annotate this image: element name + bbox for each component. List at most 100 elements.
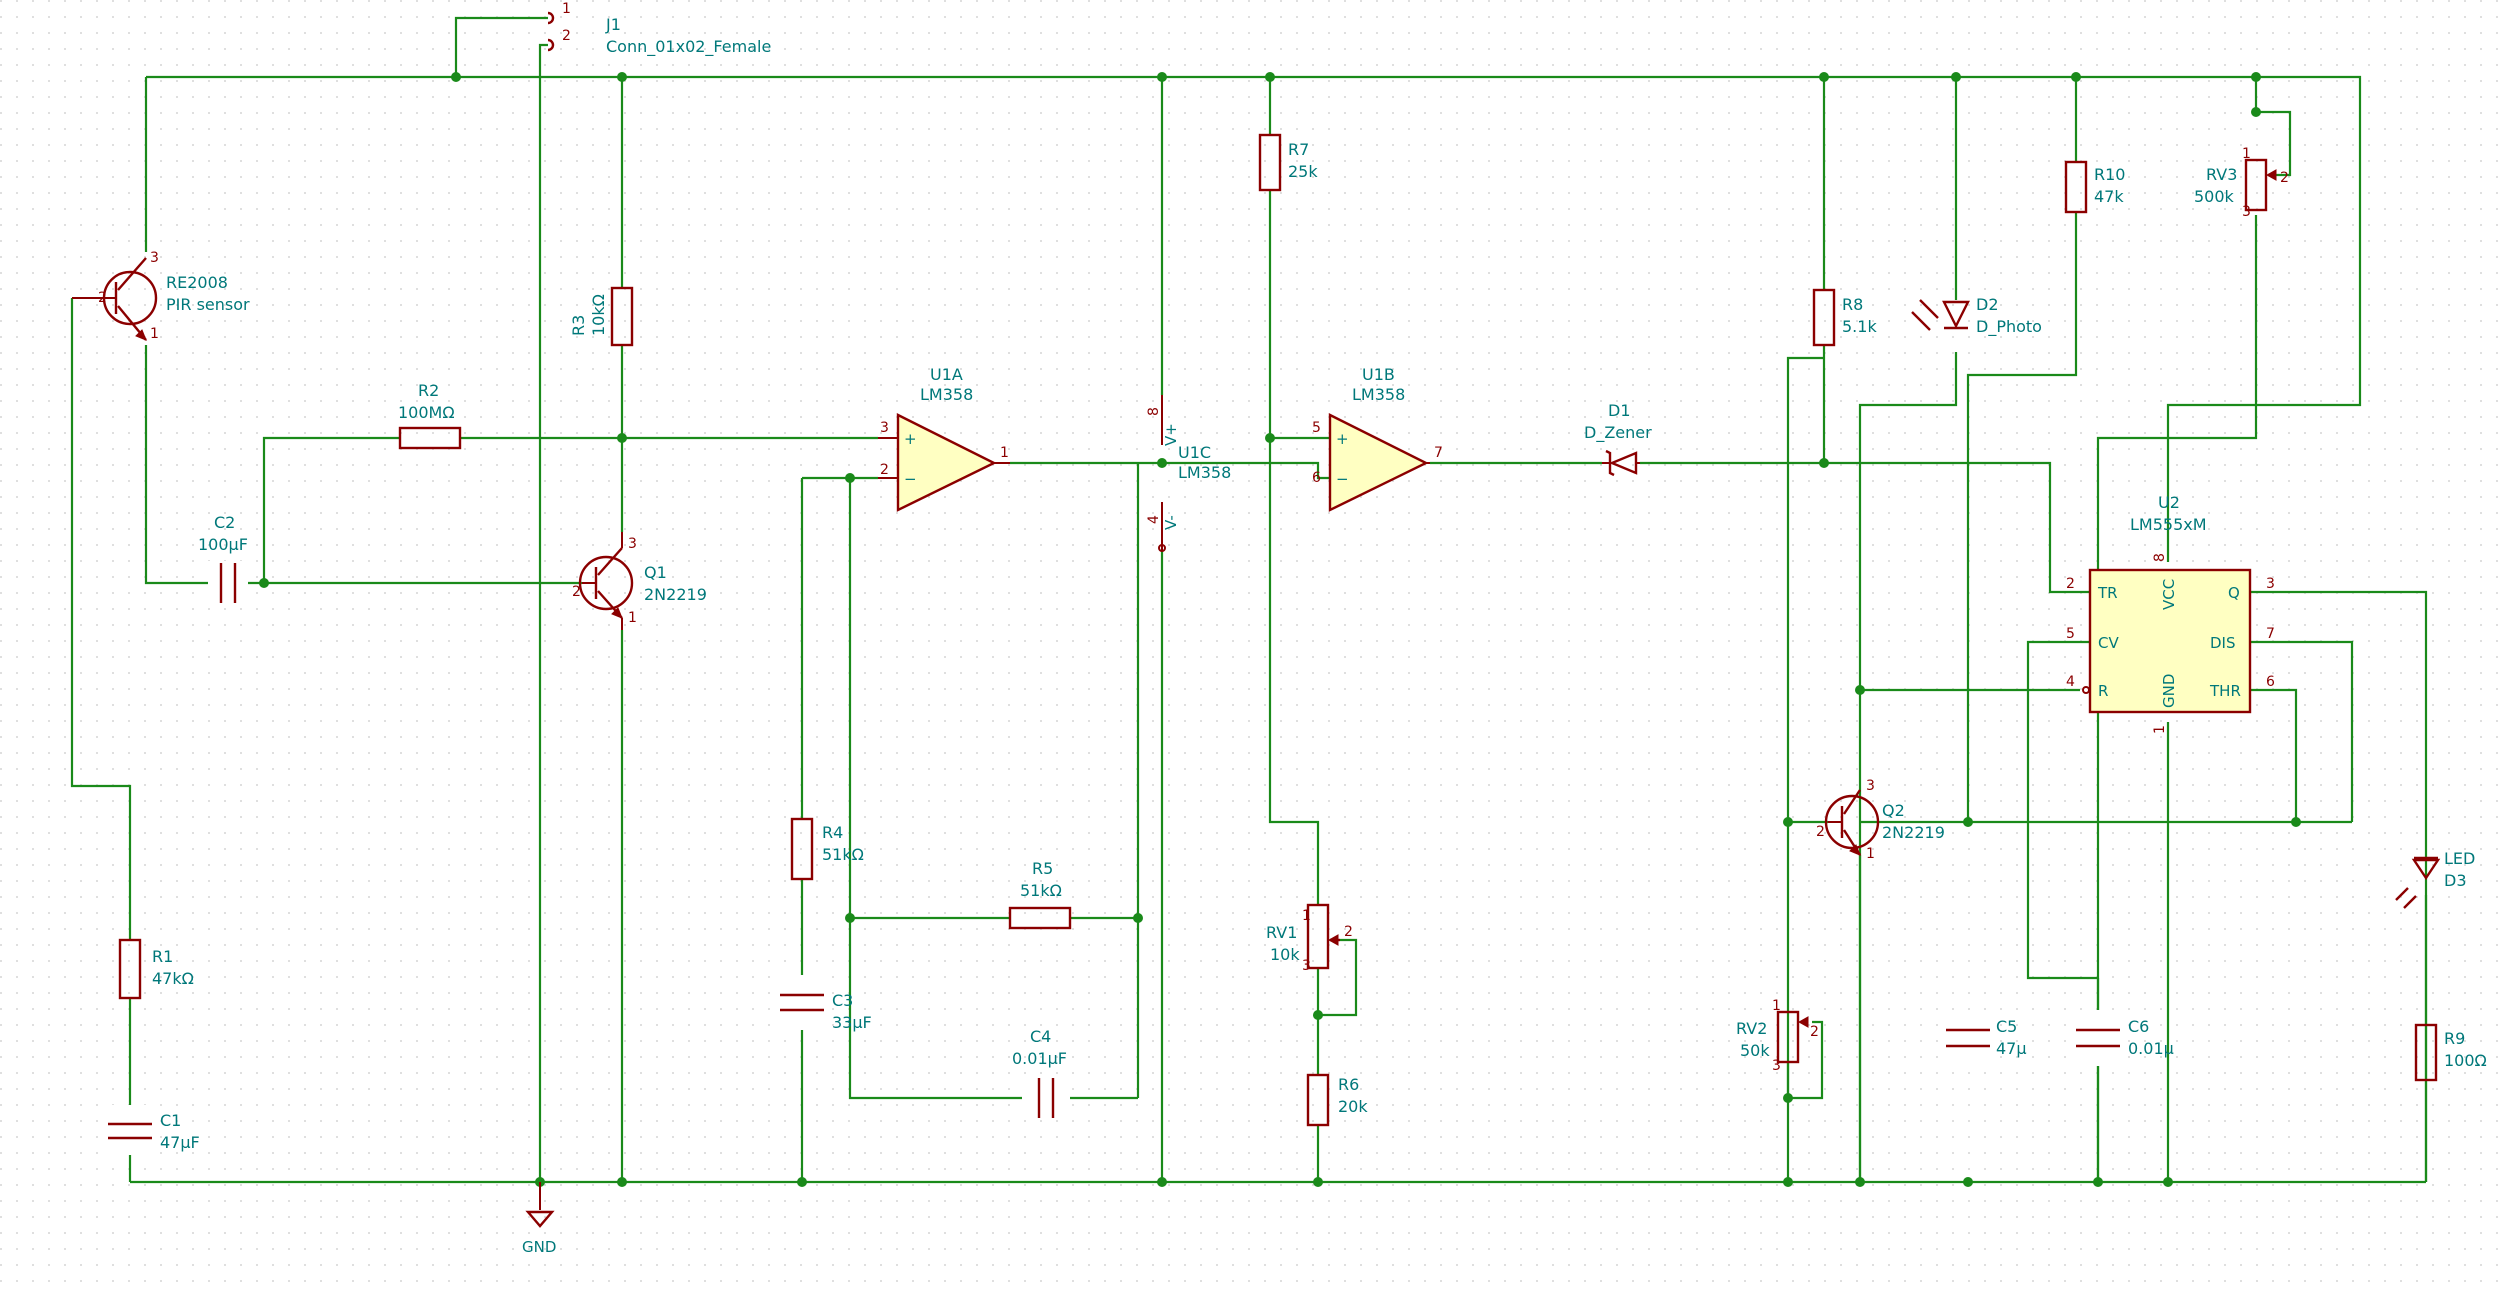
svg-text:+: + xyxy=(1336,430,1349,448)
rv2-pin2-label: 2 xyxy=(1810,1024,1819,1040)
c5-value-label: 47μ xyxy=(1996,1039,2027,1058)
u2-dis-label: DIS xyxy=(2210,634,2236,652)
rv3-pin3-label: 3 xyxy=(2242,204,2251,220)
pir-pin2-label: 2 xyxy=(98,290,107,306)
r1-value-label: 47kΩ xyxy=(152,969,194,988)
c2-ref-label: C2 xyxy=(214,513,235,532)
c4-ref-label: C4 xyxy=(1030,1027,1051,1046)
r5-ref-label: R5 xyxy=(1032,859,1053,878)
pir-value-label: PIR sensor xyxy=(166,295,250,314)
u2-pin5-label: 5 xyxy=(2066,626,2075,642)
q1-pin1-label: 1 xyxy=(628,610,637,626)
d2-value-label: D_Photo xyxy=(1976,317,2042,337)
r10-ref-label: R10 xyxy=(2094,165,2125,184)
r2-ref-label: R2 xyxy=(418,381,439,400)
svg-text:+: + xyxy=(904,430,917,448)
r6-value-label: 20k xyxy=(1338,1097,1368,1116)
r3-value-label: 10kΩ xyxy=(589,294,608,336)
u2-cv-label: CV xyxy=(2098,634,2119,652)
r6-ref-label: R6 xyxy=(1338,1075,1359,1094)
u2-thr-label: THR xyxy=(2209,682,2241,700)
r5-value-label: 51kΩ xyxy=(1020,881,1062,900)
q2-pin1-label: 1 xyxy=(1866,846,1875,862)
rv3-value-label: 500k xyxy=(2194,187,2235,206)
r8-value-label: 5.1k xyxy=(1842,317,1877,336)
c6-value-label: 0.01μ xyxy=(2128,1039,2174,1058)
r7-value-label: 25k xyxy=(1288,162,1318,181)
r9-ref-label: R9 xyxy=(2444,1029,2465,1048)
u2-pin8-label: 8 xyxy=(2152,553,2168,562)
q1-pin2-label: 2 xyxy=(572,584,581,600)
u1c-pin4-label: 4 xyxy=(1146,515,1162,524)
rv3-pin1-label: 1 xyxy=(2242,146,2251,162)
r2-value-label: 100MΩ xyxy=(398,403,455,422)
u2-pin3-label: 3 xyxy=(2266,576,2275,592)
gnd-label: GND xyxy=(522,1238,556,1256)
c4-value-label: 0.01μF xyxy=(1012,1049,1067,1068)
q1-pin3-label: 3 xyxy=(628,536,637,552)
r4-value-label: 51kΩ xyxy=(822,845,864,864)
u1b-pin5-label: 5 xyxy=(1312,420,1321,436)
u2-r-label: R xyxy=(2098,682,2108,700)
c3-ref-label: C3 xyxy=(832,991,853,1010)
u2-pin1-label: 1 xyxy=(2152,725,2168,734)
u2-ref-label: U2 xyxy=(2158,493,2180,512)
u2-tr-label: TR xyxy=(2097,584,2118,602)
u2-q-label: Q xyxy=(2228,584,2240,602)
j1-ref-label: J1 xyxy=(605,15,621,34)
c6-ref-label: C6 xyxy=(2128,1017,2149,1036)
u1c-value-label: LM358 xyxy=(1178,463,1231,482)
rv3-ref-label: RV3 xyxy=(2206,165,2237,184)
d3-value-label: D3 xyxy=(2444,871,2467,890)
u1b-pin7-label: 7 xyxy=(1434,445,1443,461)
u1c-pin8-label: 8 xyxy=(1146,407,1162,416)
rv2-value-label: 50k xyxy=(1740,1041,1770,1060)
u1b-pin6-label: 6 xyxy=(1312,470,1321,486)
svg-text:−: − xyxy=(904,470,917,488)
schematic-sheet: 1 2 J1 Conn_01x02_Female 3 2 1 RE2008 PI… xyxy=(0,0,2507,1294)
q1-value-label: 2N2219 xyxy=(644,585,707,604)
u2-pin2-label: 2 xyxy=(2066,576,2075,592)
rv1-value-label: 10k xyxy=(1270,945,1300,964)
u2-value-label: LM555xM xyxy=(2130,515,2207,534)
u1a-pin1-label: 1 xyxy=(1000,445,1009,461)
q2-pin2-label: 2 xyxy=(1816,824,1825,840)
u1b-value-label: LM358 xyxy=(1352,385,1405,404)
rv3-pin2-label: 2 xyxy=(2280,170,2289,186)
svg-text:−: − xyxy=(1336,470,1349,488)
j1-pin2-label: 2 xyxy=(562,28,571,44)
u2-vcc-label: VCC xyxy=(2160,579,2178,610)
u1c-vminus-label: V- xyxy=(1162,515,1180,530)
r1-ref-label: R1 xyxy=(152,947,173,966)
r7-ref-label: R7 xyxy=(1288,140,1309,159)
r9-value-label: 100Ω xyxy=(2444,1051,2487,1070)
r3-ref-label: R3 xyxy=(569,315,588,336)
rv1-pin1-label: 1 xyxy=(1302,908,1311,924)
u2-pin7-label: 7 xyxy=(2266,626,2275,642)
d2-ref-label: D2 xyxy=(1976,295,1999,314)
rv1-ref-label: RV1 xyxy=(1266,923,1297,942)
q2-ref-label: Q2 xyxy=(1882,801,1905,820)
r8-ref-label: R8 xyxy=(1842,295,1863,314)
q2-pin3-label: 3 xyxy=(1866,778,1875,794)
pir-pin3-label: 3 xyxy=(150,250,159,266)
rv2-pin3-label: 3 xyxy=(1772,1058,1781,1074)
u1a-pin3-label: 3 xyxy=(880,420,889,436)
pir-pin1-label: 1 xyxy=(150,326,159,342)
u1c-ref-label: U1C xyxy=(1178,443,1211,462)
rv1-pin2-label: 2 xyxy=(1344,924,1353,940)
u1a-value-label: LM358 xyxy=(920,385,973,404)
j1-pin1-label: 1 xyxy=(562,1,571,17)
c1-value-label: 47μF xyxy=(160,1133,200,1152)
r10-value-label: 47k xyxy=(2094,187,2124,206)
j1-value-label: Conn_01x02_Female xyxy=(606,37,771,57)
q2-value-label: 2N2219 xyxy=(1882,823,1945,842)
d1-value-label: D_Zener xyxy=(1584,423,1652,443)
pir-ref-label: RE2008 xyxy=(166,273,228,292)
c2-value-label: 100μF xyxy=(198,535,248,554)
u2-pin4-label: 4 xyxy=(2066,674,2075,690)
r4-ref-label: R4 xyxy=(822,823,843,842)
u1a-ref-label: U1A xyxy=(930,365,963,384)
c3-value-label: 33μF xyxy=(832,1013,872,1032)
c5-ref-label: C5 xyxy=(1996,1017,2017,1036)
